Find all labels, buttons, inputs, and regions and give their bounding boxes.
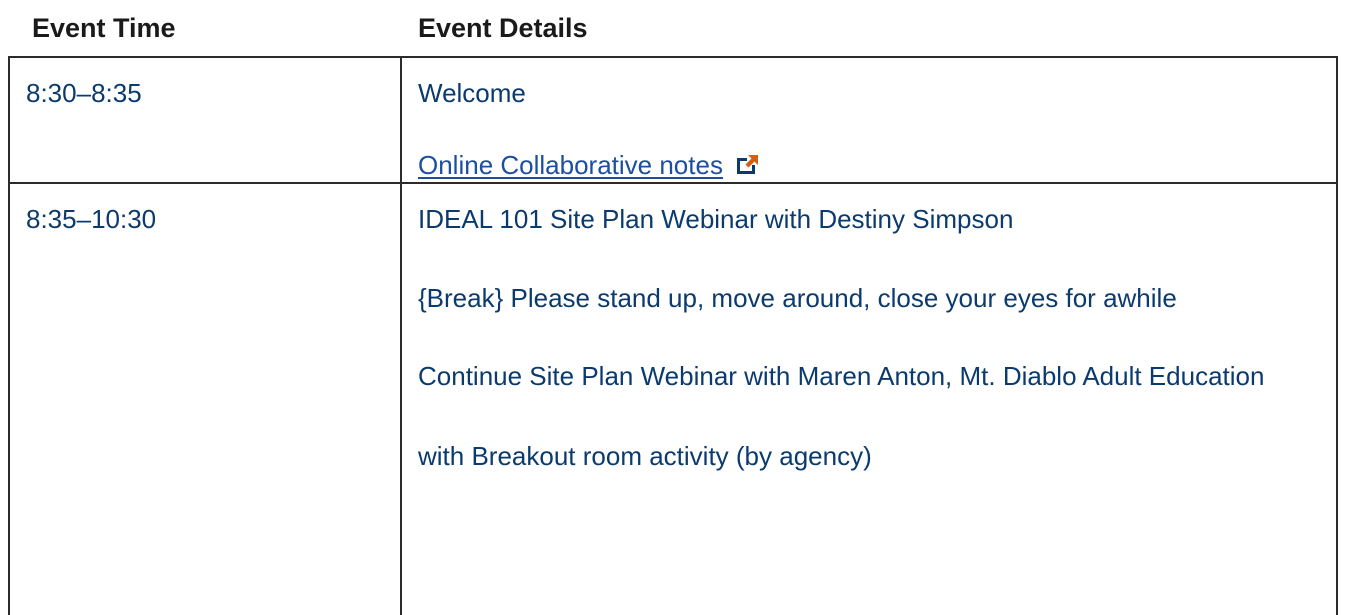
table-header: Event Time Event Details (9, 0, 1337, 57)
external-link-icon[interactable] (735, 151, 759, 174)
table-row: 8:30–8:35 Welcome Online Collaborative n… (8, 56, 1338, 184)
event-detail-break: {Break} Please stand up, move around, cl… (418, 283, 1177, 313)
event-time-cell: 8:30–8:35 (8, 56, 402, 184)
event-detail-notes: Online Collaborative notes (418, 149, 1316, 182)
collaborative-notes-link[interactable]: Online Collaborative notes (418, 150, 723, 180)
event-detail-breakout: with Breakout room activity (by agency) (418, 441, 872, 471)
header-row: Event Time Event Details (9, 0, 1337, 57)
table-body: 8:30–8:35 Welcome Online Collaborative n… (8, 56, 1338, 615)
event-details-cell: IDEAL 101 Site Plan Webinar with Destiny… (400, 182, 1338, 615)
event-time-cell: 8:35–10:30 (8, 182, 402, 615)
event-detail-continue: Continue Site Plan Webinar with Maren An… (418, 361, 1265, 391)
table-row: 8:35–10:30 IDEAL 101 Site Plan Webinar w… (8, 182, 1338, 615)
event-schedule-table: Event Time Event Details 8:30–8:35 Welco… (8, 0, 1338, 615)
event-detail-webinar: IDEAL 101 Site Plan Webinar with Destiny… (418, 204, 1014, 234)
header-event-details: Event Details (418, 12, 588, 43)
event-details-cell: Welcome Online Collaborative notes (400, 56, 1338, 184)
header-event-time: Event Time (32, 12, 176, 43)
page: Event Time Event Details 8:30–8:35 Welco… (0, 0, 1353, 615)
event-detail-welcome: Welcome (418, 78, 526, 108)
